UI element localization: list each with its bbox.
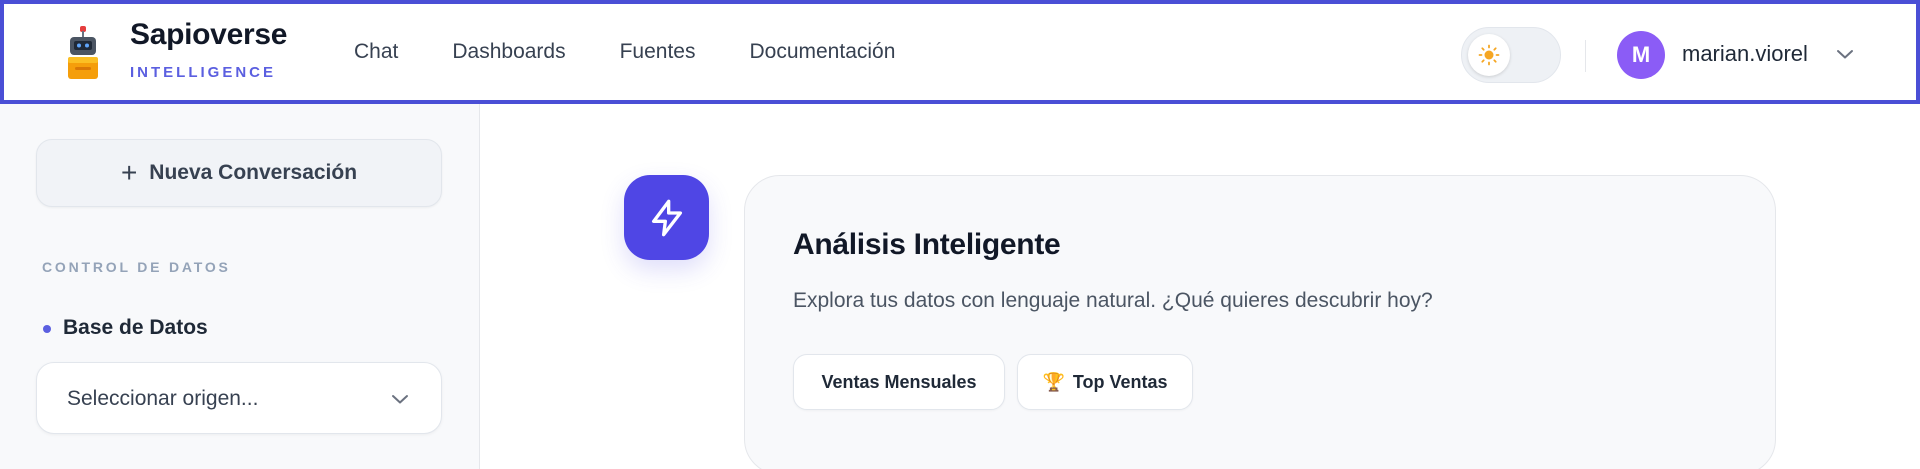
chevron-down-icon[interactable] bbox=[1836, 48, 1854, 60]
section-title: CONTROL DE DATOS bbox=[42, 259, 231, 275]
robot-logo-icon[interactable] bbox=[62, 26, 104, 80]
new-conversation-label: Nueva Conversación bbox=[149, 161, 358, 184]
select-value: Seleccionar origen... bbox=[67, 387, 259, 410]
brand-subtitle: INTELLIGENCE bbox=[130, 64, 277, 81]
theme-toggle[interactable] bbox=[1461, 27, 1561, 83]
username[interactable]: marian.viorel bbox=[1682, 41, 1808, 67]
lightning-icon bbox=[651, 199, 682, 236]
suggestion-chip-ventas-mensuales[interactable]: Ventas Mensuales bbox=[793, 354, 1005, 410]
card-description: Explora tus datos con lenguaje natural. … bbox=[793, 289, 1433, 312]
assistant-badge bbox=[624, 175, 709, 260]
suggestion-chip-top-ventas[interactable]: 🏆 Top Ventas bbox=[1017, 354, 1193, 410]
top-header: Sapioverse INTELLIGENCE Chat Dashboards … bbox=[0, 0, 1920, 104]
welcome-card: Análisis Inteligente Explora tus datos c… bbox=[744, 175, 1776, 469]
trophy-icon: 🏆 bbox=[1042, 371, 1065, 392]
user-avatar[interactable]: M bbox=[1617, 31, 1665, 79]
nav-fuentes[interactable]: Fuentes bbox=[620, 40, 696, 64]
status-dot bbox=[43, 325, 51, 333]
card-title: Análisis Inteligente bbox=[793, 228, 1061, 261]
header-divider bbox=[1585, 40, 1586, 72]
main-nav: Chat Dashboards Fuentes Documentación bbox=[354, 40, 949, 64]
chevron-down-icon bbox=[392, 395, 408, 404]
nav-chat[interactable]: Chat bbox=[354, 40, 398, 64]
source-select[interactable]: Seleccionar origen... bbox=[36, 362, 442, 434]
database-label: Base de Datos bbox=[63, 316, 208, 339]
plus-icon: + bbox=[120, 157, 138, 188]
new-conversation-button[interactable]: + Nueva Conversación bbox=[36, 139, 442, 207]
chip-label: Ventas Mensuales bbox=[821, 371, 977, 392]
nav-dashboards[interactable]: Dashboards bbox=[452, 40, 565, 64]
nav-documentacion[interactable]: Documentación bbox=[749, 40, 895, 64]
brand-name: Sapioverse bbox=[130, 18, 288, 51]
sun-icon bbox=[1478, 44, 1500, 66]
toggle-knob bbox=[1468, 34, 1510, 76]
chip-label: Top Ventas bbox=[1072, 371, 1168, 392]
sidebar: + Nueva Conversación CONTROL DE DATOS Ba… bbox=[0, 104, 480, 469]
